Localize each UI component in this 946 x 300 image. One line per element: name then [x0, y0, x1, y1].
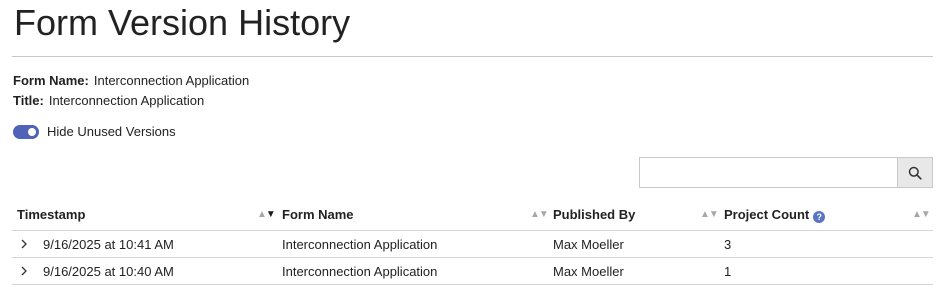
column-header-published-by[interactable]: Published By — [553, 207, 635, 222]
toggle-knob — [28, 127, 36, 136]
hide-unused-versions-label[interactable]: Hide Unused Versions — [47, 124, 176, 139]
chevron-right-icon[interactable] — [18, 264, 30, 278]
table-row[interactable]: 9/16/2025 at 10:41 AM Interconnection Ap… — [12, 231, 933, 258]
title-row: Title: Interconnection Application — [13, 93, 204, 108]
project-count-cell: 3 — [724, 237, 732, 252]
hide-unused-versions-control: Hide Unused Versions — [13, 124, 176, 139]
chevron-right-icon[interactable] — [18, 237, 30, 251]
sort-icon[interactable]: ▲▼ — [700, 209, 719, 220]
search-icon — [908, 166, 922, 180]
table-row[interactable]: 9/16/2025 at 10:40 AM Interconnection Ap… — [12, 258, 933, 285]
column-header-form-name[interactable]: Form Name — [282, 207, 354, 222]
form-name-row: Form Name: Interconnection Application — [13, 73, 249, 88]
form-name-cell: Interconnection Application — [282, 264, 438, 279]
search-input[interactable] — [640, 158, 897, 187]
title-divider — [12, 56, 933, 57]
column-header-project-count[interactable]: Project Count? — [724, 207, 826, 223]
form-name-value: Interconnection Application — [93, 73, 250, 88]
hide-unused-versions-toggle[interactable] — [13, 124, 39, 139]
column-header-timestamp[interactable]: Timestamp — [17, 207, 85, 222]
page-title: Form Version History — [14, 2, 351, 43]
title-label: Title: — [13, 93, 44, 108]
published-by-cell: Max Moeller — [553, 264, 624, 279]
search-box — [639, 157, 933, 188]
sort-descending-icon[interactable]: ▲▼ — [257, 209, 276, 220]
sort-icon[interactable]: ▲▼ — [912, 209, 931, 220]
timestamp-cell: 9/16/2025 at 10:40 AM — [43, 264, 174, 279]
project-count-cell: 1 — [724, 264, 732, 279]
version-history-table: Timestamp ▲▼ Form Name ▲▼ Published By ▲… — [12, 202, 933, 285]
timestamp-cell: 9/16/2025 at 10:41 AM — [43, 237, 174, 252]
project-count-label: Project Count — [724, 207, 810, 222]
search-button[interactable] — [897, 158, 932, 187]
help-icon[interactable]: ? — [813, 211, 826, 223]
title-value: Interconnection Application — [48, 93, 205, 108]
form-name-label: Form Name: — [13, 73, 89, 88]
sort-icon[interactable]: ▲▼ — [530, 209, 549, 220]
form-name-cell: Interconnection Application — [282, 237, 438, 252]
table-header: Timestamp ▲▼ Form Name ▲▼ Published By ▲… — [12, 202, 933, 231]
published-by-cell: Max Moeller — [553, 237, 624, 252]
